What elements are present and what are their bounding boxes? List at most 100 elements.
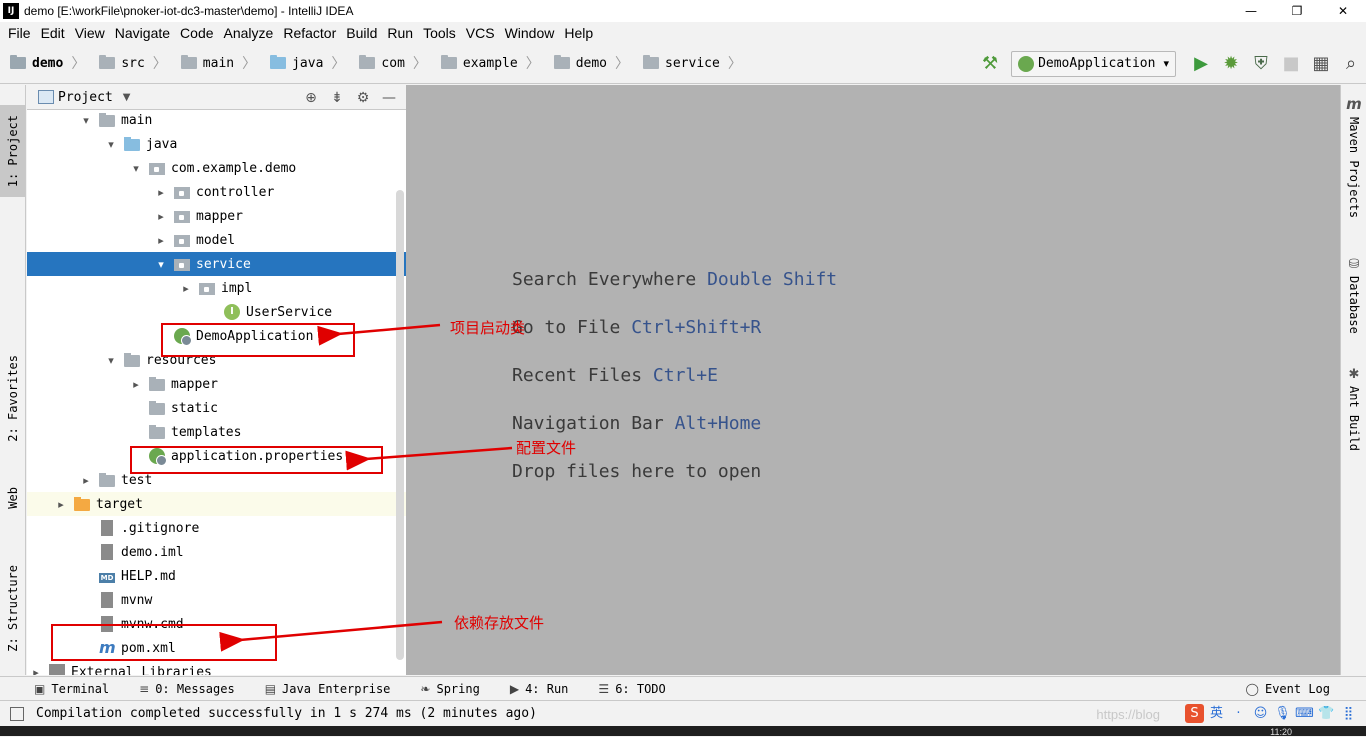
tool-tab-structure[interactable]: Z: Structure: [0, 553, 25, 663]
punctuation-icon[interactable]: ·: [1229, 704, 1248, 723]
chevron-down-icon[interactable]: ▾: [129, 162, 143, 175]
tool-tab-maven[interactable]: m Maven Projects: [1341, 95, 1366, 218]
coverage-icon[interactable]: ⛨: [1246, 49, 1276, 79]
chevron-right-icon[interactable]: ▸: [179, 282, 193, 295]
menu-refactor[interactable]: Refactor: [279, 25, 340, 41]
tool-tab-event-log[interactable]: ◯ Event Log: [1246, 682, 1330, 696]
tree-node-help-md[interactable]: MD HELP.md: [27, 564, 406, 588]
tree-node-demo-iml[interactable]: demo.iml: [27, 540, 406, 564]
microphone-icon[interactable]: 🎙: [1273, 704, 1292, 723]
chevron-right-icon[interactable]: ▸: [154, 210, 168, 223]
tree-node-templates[interactable]: templates: [27, 420, 406, 444]
tree-node-mapper[interactable]: ▸ mapper: [27, 372, 406, 396]
project-structure-icon[interactable]: ▦: [1306, 49, 1336, 79]
tree-node-resources[interactable]: ▾ resources: [27, 348, 406, 372]
menu-help[interactable]: Help: [560, 25, 597, 41]
menu-tools[interactable]: Tools: [419, 25, 460, 41]
tool-tab-spring[interactable]: ❧ Spring: [420, 682, 479, 696]
run-configuration-dropdown[interactable]: DemoApplication ▾: [1011, 50, 1176, 77]
menu-code[interactable]: Code: [176, 25, 217, 41]
skin-icon[interactable]: 👕: [1317, 704, 1336, 723]
tree-node-controller[interactable]: ▸ controller: [27, 180, 406, 204]
run-icon[interactable]: ▶: [1186, 49, 1216, 79]
tree-node-mvnw[interactable]: mvnw: [27, 588, 406, 612]
tree-node-application-properties[interactable]: application.properties: [27, 444, 406, 468]
tool-windows-toggle-icon[interactable]: [10, 706, 24, 721]
tree-node-service[interactable]: ▾ service: [27, 252, 406, 276]
tool-tab-java-enterprise[interactable]: ▤ Java Enterprise: [265, 682, 391, 696]
menu-window[interactable]: Window: [501, 25, 559, 41]
menu-run[interactable]: Run: [383, 25, 417, 41]
tree-node-userservice[interactable]: I UserService: [27, 300, 406, 324]
close-button[interactable]: ✕: [1320, 0, 1366, 22]
chevron-right-icon[interactable]: ▸: [154, 234, 168, 247]
toolbox-icon[interactable]: ⣿: [1339, 704, 1358, 723]
tree-node-mvnw-cmd[interactable]: mvnw.cmd: [27, 612, 406, 636]
tree-node-static[interactable]: static: [27, 396, 406, 420]
maximize-button[interactable]: ❐: [1274, 0, 1320, 22]
tree-node-gitignore[interactable]: .gitignore: [27, 516, 406, 540]
tree-node-main[interactable]: ▾ main: [27, 111, 406, 132]
chevron-right-icon[interactable]: ▸: [79, 474, 93, 487]
breadcrumb-com[interactable]: com 〉: [349, 43, 430, 84]
menu-edit[interactable]: Edit: [37, 25, 69, 41]
chevron-down-icon[interactable]: ▾: [79, 114, 93, 127]
tool-tab-terminal[interactable]: ▣ Terminal: [34, 682, 109, 696]
tool-tab-project[interactable]: 1: Project: [0, 105, 25, 197]
gear-icon[interactable]: ⚙: [350, 90, 376, 106]
menu-vcs[interactable]: VCS: [462, 25, 499, 41]
chevron-down-icon[interactable]: ▼: [123, 92, 131, 103]
breadcrumb-src[interactable]: src 〉: [89, 43, 170, 84]
ime-language-icon[interactable]: 英: [1207, 704, 1226, 723]
stop-icon[interactable]: ■: [1276, 49, 1306, 79]
tree-node-java[interactable]: ▾ java: [27, 132, 406, 156]
tool-tab-database[interactable]: ⛁ Database: [1341, 257, 1366, 334]
sogou-ime-icon[interactable]: S: [1185, 704, 1204, 723]
breadcrumb-service[interactable]: service 〉: [633, 43, 746, 84]
tool-tab-run[interactable]: ▶ 4: Run: [510, 682, 569, 696]
chevron-down-icon[interactable]: ▾: [104, 354, 118, 367]
chevron-down-icon[interactable]: ▾: [104, 138, 118, 151]
chevron-right-icon[interactable]: ▸: [154, 186, 168, 199]
hammer-icon[interactable]: ⚒: [975, 49, 1005, 79]
chevron-down-icon[interactable]: ▾: [154, 258, 168, 271]
tree-node-impl[interactable]: ▸ impl: [27, 276, 406, 300]
tree-node-model[interactable]: ▸ model: [27, 228, 406, 252]
project-view-title[interactable]: Project: [58, 90, 113, 105]
tool-tab-todo[interactable]: ☰ 6: TODO: [598, 682, 665, 696]
tool-tab-messages[interactable]: ≡ 0: Messages: [139, 682, 235, 696]
tree-node-com-example-demo[interactable]: ▾ com.example.demo: [27, 156, 406, 180]
collapse-all-icon[interactable]: ⇟: [324, 90, 350, 106]
hide-icon[interactable]: —: [376, 90, 402, 106]
menu-view[interactable]: View: [71, 25, 109, 41]
chevron-right-icon[interactable]: ▸: [129, 378, 143, 391]
breadcrumb-demo-package[interactable]: demo 〉: [544, 43, 633, 84]
emoji-icon[interactable]: ☺: [1251, 704, 1270, 723]
search-icon[interactable]: ⌕: [1336, 49, 1366, 79]
locate-icon[interactable]: ⊕: [298, 90, 324, 106]
tree-node-external-libraries[interactable]: ▸ External Libraries: [27, 660, 406, 675]
debug-icon[interactable]: ✹: [1216, 49, 1246, 79]
keyboard-icon[interactable]: ⌨: [1295, 704, 1314, 723]
breadcrumb-example[interactable]: example 〉: [431, 43, 544, 84]
breadcrumb-main[interactable]: main 〉: [171, 43, 260, 84]
tree-node-mapper[interactable]: ▸ mapper: [27, 204, 406, 228]
menu-analyze[interactable]: Analyze: [220, 25, 278, 41]
breadcrumb-demo[interactable]: demo 〉: [0, 43, 89, 84]
tool-tab-favorites[interactable]: 2: Favorites: [0, 343, 25, 453]
minimize-button[interactable]: —: [1228, 0, 1274, 22]
tree-node-pom-xml[interactable]: m pom.xml: [27, 636, 406, 660]
tree-node-test[interactable]: ▸ test: [27, 468, 406, 492]
tree-node-demoapplication[interactable]: DemoApplication: [27, 324, 406, 348]
tool-tab-web[interactable]: Web: [0, 475, 25, 521]
breadcrumb-java[interactable]: java 〉: [260, 43, 349, 84]
menu-build[interactable]: Build: [342, 25, 381, 41]
menu-navigate[interactable]: Navigate: [111, 25, 174, 41]
menu-file[interactable]: File: [4, 25, 35, 41]
editor-empty-area[interactable]: Search Everywhere Double Shift Go to Fil…: [406, 85, 1340, 675]
tree-scrollbar[interactable]: [396, 190, 404, 660]
chevron-right-icon[interactable]: ▸: [54, 498, 68, 511]
tool-tab-ant[interactable]: ✱ Ant Build: [1341, 367, 1366, 451]
tree-node-target[interactable]: ▸ target: [27, 492, 406, 516]
chevron-right-icon[interactable]: ▸: [29, 666, 43, 676]
